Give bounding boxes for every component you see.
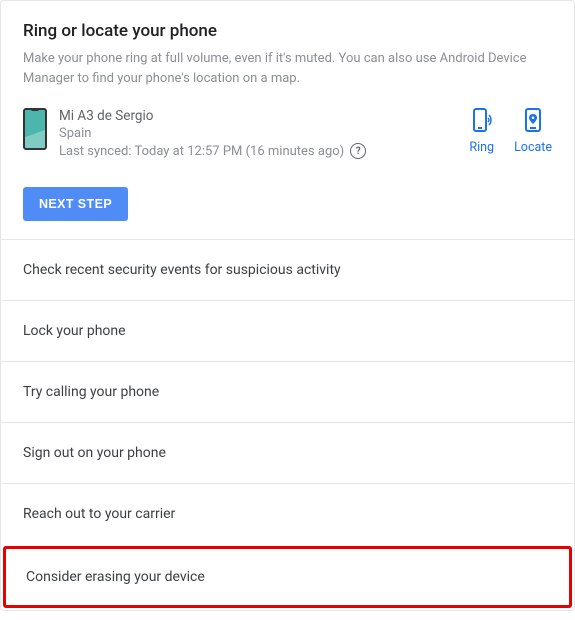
locate-label: Locate	[514, 140, 552, 155]
locate-button[interactable]: Locate	[514, 108, 552, 155]
phone-icon	[23, 108, 47, 150]
option-item[interactable]: Check recent security events for suspici…	[1, 239, 574, 300]
device-sync-text: Last synced: Today at 12:57 PM (16 minut…	[59, 144, 344, 159]
options-list: Check recent security events for suspici…	[1, 239, 574, 608]
security-card: Ring or locate your phone Make your phon…	[0, 0, 575, 611]
option-item[interactable]: Try calling your phone	[1, 361, 574, 422]
next-step-button[interactable]: NEXT STEP	[23, 187, 128, 221]
section-description: Make your phone ring at full volume, eve…	[23, 49, 552, 88]
device-sync: Last synced: Today at 12:57 PM (16 minut…	[59, 143, 457, 159]
ring-button[interactable]: Ring	[469, 108, 494, 155]
option-item[interactable]: Consider erasing your device	[3, 546, 572, 608]
device-actions: Ring Locate	[469, 108, 552, 155]
ring-locate-section: Ring or locate your phone Make your phon…	[1, 1, 574, 239]
locate-icon	[522, 108, 544, 134]
section-title: Ring or locate your phone	[23, 21, 552, 41]
option-item[interactable]: Reach out to your carrier	[1, 483, 574, 544]
ring-label: Ring	[469, 140, 494, 155]
device-location: Spain	[59, 126, 457, 141]
device-name: Mi A3 de Sergio	[59, 108, 457, 124]
device-info: Mi A3 de Sergio Spain Last synced: Today…	[59, 108, 457, 159]
ring-icon	[471, 108, 493, 134]
option-item[interactable]: Sign out on your phone	[1, 422, 574, 483]
device-row: Mi A3 de Sergio Spain Last synced: Today…	[23, 108, 552, 159]
option-item[interactable]: Lock your phone	[1, 300, 574, 361]
help-icon[interactable]: ?	[350, 143, 366, 159]
